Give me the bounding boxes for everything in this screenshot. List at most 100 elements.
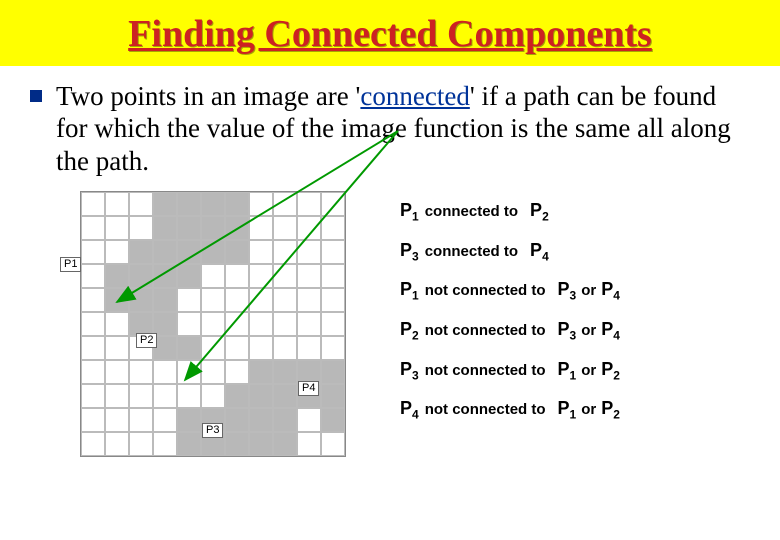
grid-cell (297, 408, 321, 432)
grid-cell (177, 384, 201, 408)
grid-cell (81, 312, 105, 336)
grid-cell (177, 240, 201, 264)
grid-cell (225, 192, 249, 216)
grid-cell (201, 192, 225, 216)
conn-row-3: P1not connected toP3 or P4 (400, 270, 750, 310)
grid-cell (177, 264, 201, 288)
grid-cell (81, 360, 105, 384)
grid-cell (201, 288, 225, 312)
grid-cell (321, 336, 345, 360)
grid-cell (273, 432, 297, 456)
grid-cell (153, 240, 177, 264)
grid-cell (129, 384, 153, 408)
pixel-grid (80, 191, 346, 457)
grid-cell (321, 384, 345, 408)
grid-cell (81, 216, 105, 240)
grid-cell (249, 336, 273, 360)
grid-cell (81, 384, 105, 408)
grid-cell (153, 360, 177, 384)
grid-cell (105, 312, 129, 336)
grid-cell (129, 240, 153, 264)
label-p1: P1 (60, 257, 81, 272)
grid-cell (273, 408, 297, 432)
grid-cell (129, 264, 153, 288)
grid-cell (177, 216, 201, 240)
grid-cell (297, 312, 321, 336)
conn-row-1: P1connected toP2 (400, 191, 750, 231)
slide-title: Finding Connected Components (0, 12, 780, 56)
grid-cell (177, 192, 201, 216)
grid-cell (201, 264, 225, 288)
grid-cell (177, 336, 201, 360)
grid-cell (225, 432, 249, 456)
grid-cell (273, 288, 297, 312)
grid-cell (201, 312, 225, 336)
grid-cell (153, 432, 177, 456)
grid-cell (249, 192, 273, 216)
grid-cell (81, 432, 105, 456)
grid-cell (321, 264, 345, 288)
grid-cell (249, 240, 273, 264)
grid-cell (273, 264, 297, 288)
grid-cell (129, 432, 153, 456)
grid-cell (201, 240, 225, 264)
grid-cell (105, 360, 129, 384)
grid-cell (177, 432, 201, 456)
grid-cell (105, 288, 129, 312)
grid-cell (297, 264, 321, 288)
grid-cell (81, 264, 105, 288)
bullet-text: Two points in an image are 'connected' i… (56, 80, 750, 177)
conn-row-2: P3connected toP4 (400, 231, 750, 271)
grid-cell (201, 360, 225, 384)
bullet-row: Two points in an image are 'connected' i… (0, 66, 780, 177)
grid-cell (249, 432, 273, 456)
grid-cell (321, 192, 345, 216)
grid-cell (129, 288, 153, 312)
grid-cell (225, 240, 249, 264)
grid-cell (81, 408, 105, 432)
grid-cell (321, 288, 345, 312)
grid-cell (273, 216, 297, 240)
label-p4: P4 (298, 381, 319, 396)
conn-row-6: P4not connected toP1 or P2 (400, 389, 750, 429)
grid-cell (321, 432, 345, 456)
grid-cell (129, 360, 153, 384)
grid-cell (225, 312, 249, 336)
grid-cell (321, 360, 345, 384)
bullet-text-link: connected (360, 81, 469, 111)
grid-cell (105, 384, 129, 408)
grid-cell (321, 408, 345, 432)
grid-cell (81, 192, 105, 216)
grid-cell (153, 288, 177, 312)
grid-cell (321, 216, 345, 240)
grid-cell (153, 216, 177, 240)
grid-cell (177, 312, 201, 336)
grid-cell (225, 384, 249, 408)
grid-cell (177, 408, 201, 432)
grid-cell (225, 216, 249, 240)
grid-wrap: P1 P2 P3 P4 (60, 191, 370, 461)
grid-cell (81, 336, 105, 360)
grid-cell (105, 240, 129, 264)
grid-cell (297, 192, 321, 216)
grid-cell (297, 336, 321, 360)
grid-cell (153, 408, 177, 432)
grid-cell (249, 384, 273, 408)
grid-cell (273, 336, 297, 360)
grid-cell (249, 264, 273, 288)
grid-cell (105, 216, 129, 240)
bullet-text-a: Two points in an image are ' (56, 81, 360, 111)
grid-cell (225, 264, 249, 288)
grid-cell (105, 408, 129, 432)
conn-row-5: P3not connected toP1 or P2 (400, 350, 750, 390)
grid-cell (273, 384, 297, 408)
grid-cell (81, 288, 105, 312)
grid-cell (153, 192, 177, 216)
grid-cell (273, 192, 297, 216)
grid-cell (249, 216, 273, 240)
label-p3: P3 (202, 423, 223, 438)
grid-cell (273, 240, 297, 264)
grid-cell (201, 336, 225, 360)
grid-cell (105, 264, 129, 288)
grid-cell (297, 432, 321, 456)
